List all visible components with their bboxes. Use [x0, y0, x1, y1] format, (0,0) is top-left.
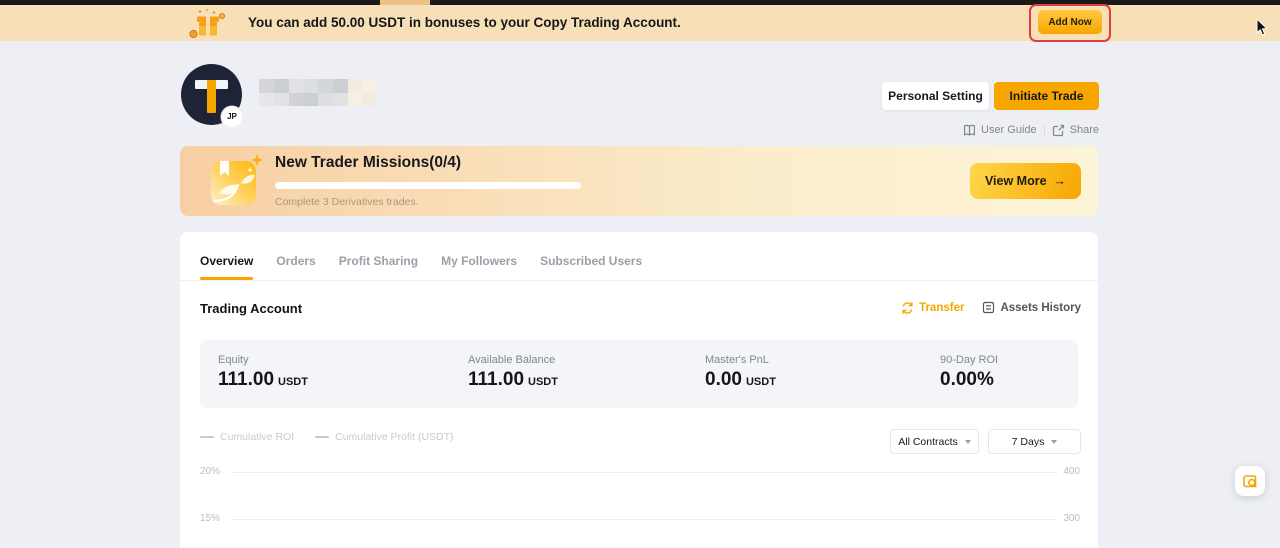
missions-title: New Trader Missions(0/4)	[275, 154, 461, 172]
tab-profit-sharing[interactable]: Profit Sharing	[339, 253, 418, 269]
tab-bar: Overview Orders Profit Sharing My Follow…	[200, 253, 642, 269]
missions-progress-bar	[275, 182, 581, 189]
trading-account-actions: Transfer Assets History	[901, 301, 1081, 314]
gridline	[232, 472, 1057, 473]
y-axis-right-tick: 400	[1063, 466, 1080, 477]
legend-cumulative-profit: Cumulative Profit (USDT)	[315, 431, 453, 443]
missions-banner: New Trader Missions(0/4) Complete 3 Deri…	[180, 146, 1098, 216]
tab-divider	[180, 280, 1098, 281]
line-swatch	[315, 436, 329, 438]
chart-legend: Cumulative ROI Cumulative Profit (USDT)	[200, 431, 454, 443]
missions-subtitle: Complete 3 Derivatives trades.	[275, 196, 419, 208]
trading-account-title: Trading Account	[200, 301, 302, 316]
tab-overview[interactable]: Overview	[200, 253, 253, 269]
assets-history-icon	[982, 301, 995, 314]
tab-subscribed-users[interactable]: Subscribed Users	[540, 253, 642, 269]
transfer-icon	[901, 302, 914, 314]
main-card: Overview Orders Profit Sharing My Follow…	[180, 232, 1098, 548]
search-document-icon	[1242, 473, 1259, 490]
feedback-survey-button[interactable]	[1235, 466, 1265, 496]
country-badge: JP	[222, 107, 242, 127]
user-guide-link[interactable]: User Guide	[963, 124, 1037, 137]
bonus-banner: You can add 50.00 USDT in bonuses to you…	[0, 5, 1280, 41]
mouse-cursor	[1256, 19, 1270, 37]
view-more-button[interactable]: View More →	[970, 163, 1081, 199]
chevron-down-icon	[1051, 440, 1057, 444]
share-link[interactable]: Share	[1052, 124, 1099, 137]
y-axis-left-tick: 20%	[200, 466, 220, 477]
personal-setting-button[interactable]: Personal Setting	[882, 82, 989, 110]
tab-my-followers[interactable]: My Followers	[441, 253, 517, 269]
gift-icon	[189, 8, 227, 40]
book-icon	[963, 124, 976, 137]
bonus-banner-message: You can add 50.00 USDT in bonuses to you…	[248, 5, 681, 41]
add-now-button[interactable]: Add Now	[1038, 10, 1102, 34]
initiate-trade-button[interactable]: Initiate Trade	[994, 82, 1099, 110]
y-axis-right-tick: 300	[1063, 513, 1080, 524]
contract-filter-dropdown[interactable]: All Contracts	[890, 429, 979, 454]
y-axis-left-tick: 15%	[200, 513, 220, 524]
assets-history-link[interactable]: Assets History	[982, 301, 1081, 314]
period-filter-dropdown[interactable]: 7 Days	[988, 429, 1081, 454]
divider	[1044, 124, 1045, 136]
chevron-down-icon	[965, 440, 971, 444]
gridline	[232, 519, 1057, 520]
tab-orders[interactable]: Orders	[276, 253, 315, 269]
transfer-link[interactable]: Transfer	[901, 302, 964, 314]
share-icon	[1052, 124, 1065, 137]
line-swatch	[200, 436, 214, 438]
header-links: User Guide Share	[963, 122, 1099, 138]
stats-panel: Equity 111.00USDT Available Balance 111.…	[200, 340, 1078, 408]
arrow-right-icon: →	[1054, 174, 1067, 188]
missions-book-icon	[204, 152, 266, 212]
username-blurred	[259, 79, 377, 106]
legend-cumulative-roi: Cumulative ROI	[200, 431, 294, 443]
avatar-logo-stem	[207, 80, 216, 113]
